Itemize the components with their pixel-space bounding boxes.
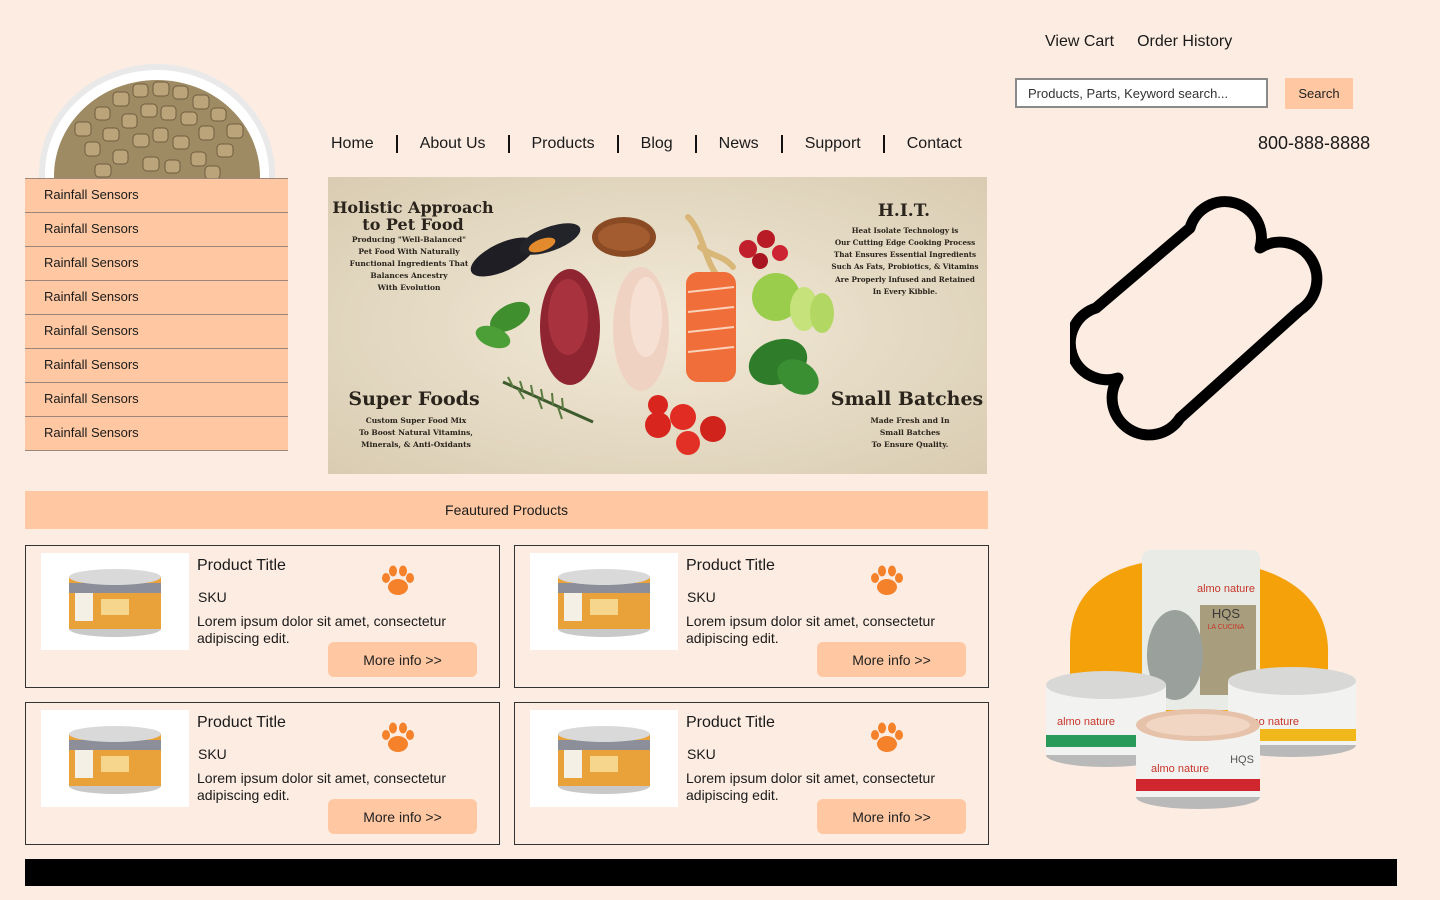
banner-text-2: Our Cutting Edge Cooking Process: [835, 238, 975, 247]
sidebar-item[interactable]: Rainfall Sensors: [25, 281, 288, 315]
product-sku: SKU: [687, 746, 716, 762]
banner-heading-holistic-2: to Pet Food: [362, 215, 463, 234]
paw-icon: [381, 564, 415, 598]
banner-heading-hit: H.I.T.: [878, 201, 930, 221]
main-nav: Home About Us Products Blog News Support…: [331, 133, 962, 155]
nav-news[interactable]: News: [719, 135, 759, 153]
banner-text-4: To Ensure Quality.: [872, 440, 949, 449]
promo-subline: LA CUCINA: [1208, 624, 1245, 631]
top-links: View Cart Order History: [1045, 33, 1232, 51]
banner-heading-super-foods: Super Foods: [348, 388, 479, 410]
featured-products-heading: Feautured Products: [25, 491, 988, 529]
phone-number[interactable]: 800-888-8888: [1258, 133, 1370, 154]
product-title[interactable]: Product Title: [197, 714, 286, 732]
logo-kibble-bowl[interactable]: [25, 62, 288, 180]
search-input[interactable]: [1015, 78, 1268, 108]
sidebar-item[interactable]: Rainfall Sensors: [25, 213, 288, 247]
promo-brand-pouch: almo nature: [1197, 583, 1255, 595]
banner-text-3: Minerals, & Anti-Oxidants: [361, 440, 471, 449]
banner-text-1: Pet Food With Naturally: [358, 247, 460, 256]
product-title[interactable]: Product Title: [686, 557, 775, 575]
product-image[interactable]: [41, 710, 189, 807]
product-title[interactable]: Product Title: [197, 557, 286, 575]
nav-divider: [395, 135, 398, 153]
banner-text-2: In Every Kibble.: [873, 287, 938, 296]
search-button[interactable]: Search: [1285, 78, 1353, 109]
footer-bar: [25, 859, 1397, 886]
banner-text-2: Such As Fats, Probiotics, & Vitamins: [831, 262, 978, 271]
nav-about-us[interactable]: About Us: [420, 135, 486, 153]
more-info-button[interactable]: More info >>: [817, 799, 966, 834]
banner-text-4: Made Fresh and In: [870, 416, 950, 425]
more-info-button[interactable]: More info >>: [328, 799, 477, 834]
banner-text-1: Functional Ingredients That: [350, 259, 469, 268]
nav-divider: [507, 135, 510, 153]
promo-line-pouch: HQS: [1212, 606, 1241, 621]
view-cart-link[interactable]: View Cart: [1045, 33, 1114, 51]
promo-line-can-middle: HQS: [1230, 754, 1254, 766]
banner-text-1: Balances Ancestry: [370, 271, 448, 280]
sidebar-item[interactable]: Rainfall Sensors: [25, 247, 288, 281]
product-card: Product Title SKU Lorem ipsum dolor sit …: [514, 545, 989, 688]
banner-text-3: Custom Super Food Mix: [366, 416, 467, 425]
sidebar-item[interactable]: Rainfall Sensors: [25, 178, 288, 213]
nav-divider: [616, 135, 619, 153]
product-sku: SKU: [198, 589, 227, 605]
banner-text-2: That Ensures Essential Ingredients: [834, 250, 976, 259]
more-info-button[interactable]: More info >>: [817, 642, 966, 677]
product-title[interactable]: Product Title: [686, 714, 775, 732]
hero-banner[interactable]: Holistic Approach to Pet Food Producing …: [328, 177, 987, 474]
product-image[interactable]: [530, 710, 678, 807]
paw-icon: [870, 721, 904, 755]
paw-icon: [381, 721, 415, 755]
banner-heading-small-batches: Small Batches: [831, 388, 984, 410]
nav-products[interactable]: Products: [532, 135, 595, 153]
product-card: Product Title SKU Lorem ipsum dolor sit …: [25, 545, 500, 688]
product-image[interactable]: [530, 553, 678, 650]
banner-text-4: Small Batches: [880, 428, 940, 437]
banner-text-2: Are Properly Infused and Retained: [834, 275, 975, 284]
product-image[interactable]: [41, 553, 189, 650]
product-sku: SKU: [687, 589, 716, 605]
sidebar-item[interactable]: Rainfall Sensors: [25, 349, 288, 383]
nav-divider: [780, 135, 783, 153]
nav-support[interactable]: Support: [805, 135, 861, 153]
nav-blog[interactable]: Blog: [641, 135, 673, 153]
promo-product-image[interactable]: almo nature HQS LA CUCINA almo nature al…: [1030, 545, 1370, 815]
banner-text-1: Producing "Well-Balanced": [352, 235, 466, 244]
nav-divider: [882, 135, 885, 153]
promo-brand-can-left: almo nature: [1057, 716, 1115, 728]
nav-divider: [694, 135, 697, 153]
more-info-button[interactable]: More info >>: [328, 642, 477, 677]
sidebar-item[interactable]: Rainfall Sensors: [25, 417, 288, 451]
sidebar: Rainfall Sensors Rainfall Sensors Rainfa…: [25, 178, 288, 451]
nav-home[interactable]: Home: [331, 135, 374, 153]
banner-text-1: With Evolution: [377, 283, 441, 292]
banner-text-2: Heat Isolate Technology is: [852, 226, 959, 235]
sidebar-item[interactable]: Rainfall Sensors: [25, 383, 288, 417]
order-history-link[interactable]: Order History: [1137, 33, 1232, 51]
banner-text-3: To Boost Natural Vitamins,: [359, 428, 473, 437]
product-sku: SKU: [198, 746, 227, 762]
promo-brand-can-middle: almo nature: [1151, 763, 1209, 775]
paw-icon: [870, 564, 904, 598]
nav-contact[interactable]: Contact: [907, 135, 962, 153]
sidebar-item[interactable]: Rainfall Sensors: [25, 315, 288, 349]
product-card: Product Title SKU Lorem ipsum dolor sit …: [25, 702, 500, 845]
bone-icon: [1064, 188, 1350, 468]
product-card: Product Title SKU Lorem ipsum dolor sit …: [514, 702, 989, 845]
